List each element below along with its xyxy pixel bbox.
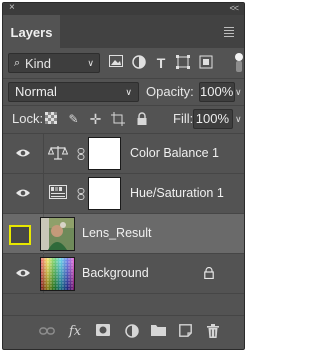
blend-mode-select[interactable]: Normal ∨ [8, 82, 139, 102]
hue-saturation-icon [48, 185, 68, 202]
visibility-eye-icon[interactable] [16, 268, 30, 278]
collapse-panel-icon[interactable]: << [229, 2, 238, 14]
layer-row-hue-saturation[interactable]: Hue/Saturation 1 [3, 174, 244, 214]
layer-name[interactable]: Hue/Saturation 1 [130, 185, 224, 202]
lock-row: Lock: ✎ ✛ Fill: 100% ∨ [3, 109, 244, 131]
panel-menu-icon[interactable] [224, 27, 234, 39]
divider [3, 78, 244, 79]
opacity-input[interactable]: 100% [199, 82, 235, 102]
layer-row-background[interactable]: Background [3, 254, 244, 294]
smart-object-filter-icon[interactable] [198, 55, 214, 71]
opacity-slider-chevron-icon[interactable]: ∨ [235, 82, 242, 102]
chain-link-icon[interactable] [76, 148, 86, 160]
filter-toggle-icon[interactable] [234, 53, 244, 73]
search-icon: ⌕ [14, 57, 21, 69]
shape-filter-icon[interactable] [175, 55, 191, 71]
fill-label: Fill: [173, 111, 194, 126]
layer-thumbnail[interactable] [40, 257, 75, 291]
layers-panel: × << Layers ⌕ Kind ∨ T Normal ∨ Opacity:… [2, 2, 245, 350]
fill-slider-chevron-icon[interactable]: ∨ [235, 109, 242, 129]
filter-row: ⌕ Kind ∨ T [3, 53, 244, 77]
delete-icon[interactable] [205, 324, 221, 340]
blend-mode-value: Normal [15, 84, 57, 99]
visibility-eye-icon[interactable] [16, 148, 30, 158]
new-group-icon[interactable] [150, 324, 166, 340]
chevron-down-icon: ∨ [125, 87, 132, 97]
layer-mask-thumbnail[interactable] [88, 137, 121, 170]
chain-link-icon[interactable] [76, 188, 86, 200]
layer-name[interactable]: Background [82, 265, 149, 282]
layer-thumbnail[interactable] [40, 217, 75, 251]
visibility-eye-icon[interactable] [16, 188, 30, 198]
layer-name[interactable]: Color Balance 1 [130, 145, 219, 162]
lock-position-move-icon[interactable]: ✛ [88, 112, 103, 127]
add-mask-icon[interactable] [95, 324, 111, 340]
panel-top-bar: × << [3, 2, 244, 15]
layers-list: Color Balance 1 Hue/Saturation 1 Lens_Re… [3, 134, 244, 300]
lock-label: Lock: [12, 111, 44, 126]
divider [3, 105, 244, 106]
tab-row: Layers [3, 15, 244, 48]
lock-all-icon[interactable] [134, 112, 149, 127]
lock-transparency-icon[interactable] [43, 112, 58, 127]
filter-kind-label: Kind [25, 56, 52, 71]
lock-pixels-brush-icon[interactable]: ✎ [66, 112, 81, 127]
fx-icon[interactable]: fx [67, 324, 83, 340]
layer-row-lens-result[interactable]: Lens_Result [3, 214, 244, 254]
new-adjustment-icon[interactable] [124, 324, 140, 340]
lock-icon [204, 267, 214, 279]
layer-mask-thumbnail[interactable] [88, 177, 121, 210]
visibility-toggle-off[interactable] [9, 225, 31, 245]
layer-row-color-balance[interactable]: Color Balance 1 [3, 134, 244, 174]
tab-layers[interactable]: Layers [3, 15, 60, 48]
type-filter-icon[interactable]: T [153, 55, 169, 71]
link-icon[interactable] [39, 324, 55, 340]
color-balance-icon [47, 145, 69, 162]
filter-kind-select[interactable]: ⌕ Kind ∨ [8, 53, 100, 73]
layer-name[interactable]: Lens_Result [82, 225, 152, 242]
divider [43, 134, 44, 174]
chevron-down-icon: ∨ [87, 58, 94, 68]
new-layer-icon[interactable] [177, 324, 193, 340]
fill-input[interactable]: 100% [193, 109, 233, 129]
adjustment-filter-icon[interactable] [131, 55, 147, 71]
opacity-label: Opacity: [146, 84, 194, 99]
bottom-toolbar: fx [3, 315, 244, 350]
image-filter-icon[interactable] [108, 55, 124, 71]
close-panel-icon[interactable]: × [9, 2, 15, 14]
blend-row: Normal ∨ Opacity: 100% ∨ [3, 82, 244, 104]
divider [43, 174, 44, 214]
lock-artboard-icon[interactable] [110, 112, 125, 127]
